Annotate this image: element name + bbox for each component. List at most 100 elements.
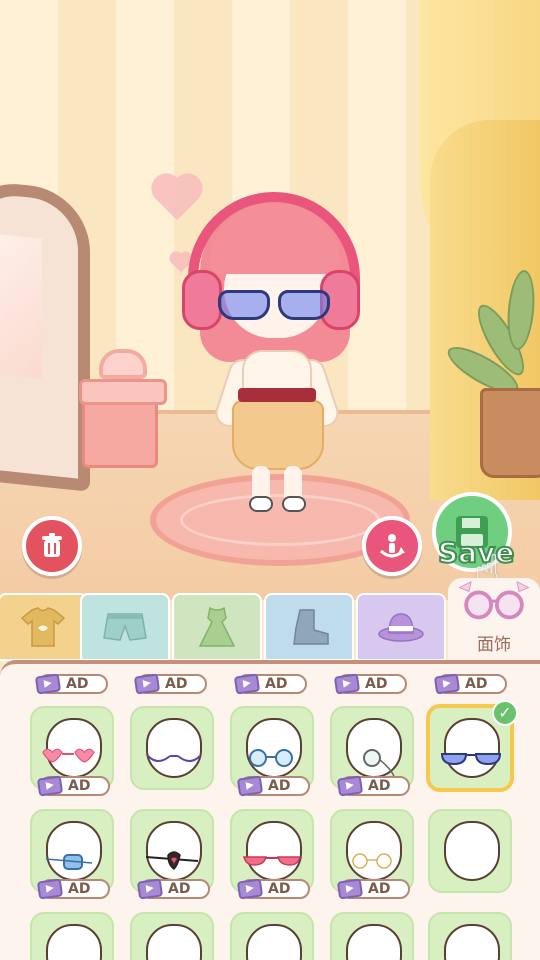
item-pink-cat-glasses[interactable]: ▶ AD <box>230 809 314 900</box>
item-no-accessory[interactable] <box>428 809 512 893</box>
ad-label: AD <box>66 676 89 692</box>
avatar-character[interactable] <box>182 190 366 530</box>
ad-label: AD <box>365 676 388 692</box>
blue-round-glasses-icon <box>249 749 293 767</box>
preview-head <box>146 924 202 960</box>
ad-badge: ▶ AD <box>136 878 210 900</box>
character-shoe-right <box>282 496 306 512</box>
boot-icon <box>293 609 329 645</box>
monocle-icon <box>363 749 395 777</box>
plant-pot <box>480 388 540 478</box>
ad-badge[interactable]: ▶ AD <box>433 673 507 695</box>
video-play-icon: ▶ <box>136 878 164 900</box>
ad-label: AD <box>68 778 91 794</box>
ad-badge[interactable]: ▶ AD <box>34 673 108 695</box>
ad-label: AD <box>368 881 391 897</box>
ad-label: AD <box>168 881 191 897</box>
video-play-icon: ▶ <box>36 775 64 797</box>
ad-badge: ▶ AD <box>336 775 410 797</box>
ad-badge[interactable]: ▶ AD <box>233 673 307 695</box>
ad-badge[interactable]: ▶ AD <box>133 673 207 695</box>
item-slot[interactable] <box>130 912 214 960</box>
item-blue-tinted-glasses[interactable]: ✓ <box>426 700 518 792</box>
rotate-person-icon <box>379 534 405 558</box>
heart-eyepatch-icon <box>145 851 199 870</box>
ad-badge: ▶ AD <box>36 878 110 900</box>
mirror <box>0 178 90 492</box>
video-play-icon: ▶ <box>34 673 62 695</box>
video-play-icon: ▶ <box>233 673 261 695</box>
item-slot[interactable] <box>30 912 114 960</box>
video-play-icon: ▶ <box>336 878 364 900</box>
item-grid-panel: ▶ AD ▶ AD ▶ AD ▶ AD ▶ AD ▶ AD ▶ AD ▶ AD … <box>0 660 540 960</box>
ad-badge: ▶ AD <box>236 775 310 797</box>
ad-label: AD <box>465 676 488 692</box>
tab-shoes[interactable] <box>264 593 354 661</box>
video-play-icon: ▶ <box>336 775 364 797</box>
item-blue-eyepatch[interactable]: ▶ AD <box>30 809 114 900</box>
ad-label: AD <box>268 778 291 794</box>
character-dress <box>232 400 324 470</box>
winged-glasses-icon <box>458 580 530 620</box>
preview-head <box>444 718 500 778</box>
blue-eyepatch-icon <box>45 854 93 870</box>
ad-label: AD <box>368 778 391 794</box>
preview-head <box>444 924 500 960</box>
character-glasses <box>216 290 336 324</box>
ad-label: AD <box>265 676 288 692</box>
rotate-character-button[interactable] <box>362 516 422 576</box>
purple-thin-glasses-icon <box>147 755 201 762</box>
ad-badge: ▶ AD <box>236 878 310 900</box>
ad-badge: ▶ AD <box>336 878 410 900</box>
ad-badge: ▶ AD <box>36 775 110 797</box>
gift-box <box>79 349 167 468</box>
tab-face-accessories-label: 面饰 <box>477 635 511 655</box>
preview-head <box>146 718 202 778</box>
pink-heart-glasses-icon <box>42 748 95 763</box>
video-play-icon: ▶ <box>333 673 361 695</box>
ad-label: AD <box>268 881 291 897</box>
gift-bow <box>99 349 147 379</box>
preview-head <box>246 924 302 960</box>
checkmark-icon: ✓ <box>492 700 518 726</box>
preview-head <box>46 924 102 960</box>
character-shoe-left <box>249 496 273 512</box>
glasses-lens-left <box>218 290 270 320</box>
shorts-icon <box>103 613 147 641</box>
dress-icon <box>198 606 236 647</box>
mirror-reflection <box>0 231 42 379</box>
trash-icon <box>42 533 62 557</box>
item-blue-round-glasses[interactable]: ▶ AD <box>230 706 314 797</box>
item-monocle[interactable]: ▶ AD <box>330 706 414 797</box>
gold-round-glasses-icon <box>352 853 392 869</box>
item-slot[interactable] <box>230 912 314 960</box>
item-gold-round-glasses[interactable]: ▶ AD <box>330 809 414 900</box>
ad-badge[interactable]: ▶ AD <box>333 673 407 695</box>
video-play-icon: ▶ <box>236 775 264 797</box>
tab-bottoms[interactable] <box>80 593 170 661</box>
video-play-icon: ▶ <box>133 673 161 695</box>
item-pink-heart-glasses[interactable]: ▶ AD <box>30 706 114 797</box>
tab-dresses[interactable] <box>172 593 262 661</box>
video-play-icon: ▶ <box>433 673 461 695</box>
character-belt <box>238 388 316 402</box>
preview-head <box>444 821 500 881</box>
tab-face-accessories[interactable]: 面饰 <box>448 578 540 670</box>
item-heart-eyepatch[interactable]: ▶ AD <box>130 809 214 900</box>
glasses-lens-right <box>278 290 330 320</box>
delete-button[interactable] <box>22 516 82 576</box>
video-play-icon: ▶ <box>36 878 64 900</box>
tab-hats[interactable] <box>356 593 446 661</box>
item-purple-thin-glasses[interactable] <box>130 706 214 790</box>
item-slot[interactable] <box>330 912 414 960</box>
ad-label: AD <box>165 676 188 692</box>
tab-tops[interactable] <box>0 593 88 661</box>
pink-cat-glasses-icon <box>243 856 301 866</box>
hat-icon <box>378 613 424 642</box>
preview-head <box>346 924 402 960</box>
blue-tinted-glasses-icon <box>440 753 502 766</box>
preview-head <box>246 821 302 881</box>
item-slot[interactable] <box>428 912 512 960</box>
video-play-icon: ▶ <box>236 878 264 900</box>
ad-label: AD <box>68 881 91 897</box>
